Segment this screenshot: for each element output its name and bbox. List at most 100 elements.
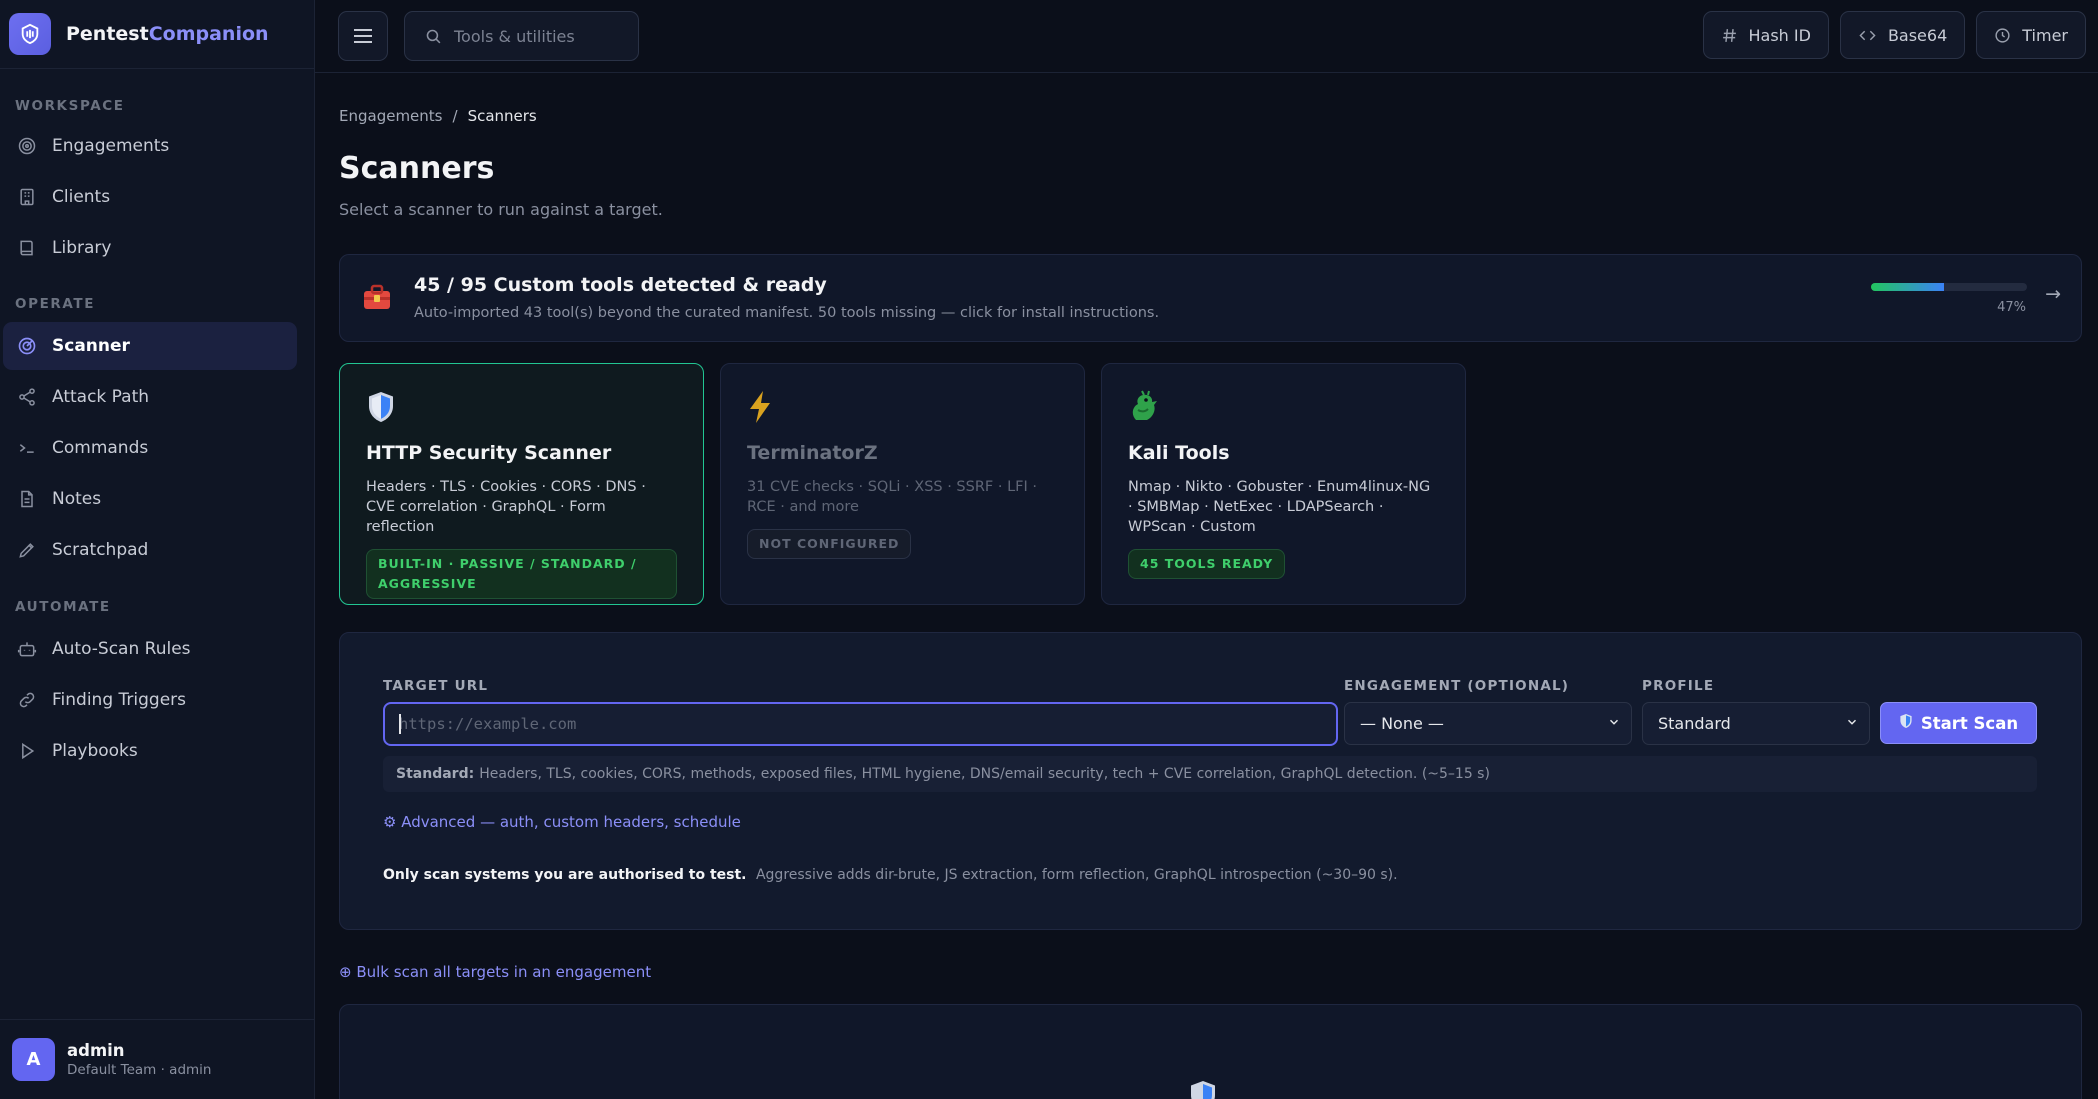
- sidebar-item-label: Scanner: [52, 336, 130, 356]
- base64-button[interactable]: Base64: [1839, 11, 1966, 59]
- lightning-icon: [747, 390, 1058, 428]
- sidebar-item-label: Engagements: [52, 136, 170, 156]
- toolbox-icon: [362, 283, 392, 318]
- terminal-icon: [16, 437, 38, 459]
- user-name: admin: [67, 1041, 125, 1060]
- profile-select[interactable]: Standard: [1642, 702, 1870, 745]
- bulk-scan-link[interactable]: ⊕ Bulk scan all targets in an engagement: [339, 963, 2098, 981]
- start-scan-button[interactable]: Start Scan: [1880, 702, 2037, 744]
- scanner-cards: HTTP Security Scanner Headers · TLS · Co…: [339, 363, 2098, 605]
- engagement-select[interactable]: — None —: [1344, 702, 1632, 745]
- scanner-description: Nmap · Nikto · Gobuster · Enum4linux-NG …: [1128, 479, 1431, 535]
- brand[interactable]: PentestCompanion: [0, 0, 314, 69]
- warning-text: Aggressive adds dir-brute, JS extraction…: [755, 867, 1398, 883]
- user-profile[interactable]: A admin Default Team · admin: [0, 1019, 314, 1099]
- shield-icon: [366, 390, 677, 428]
- sidebar-item-label: Clients: [52, 187, 111, 207]
- menu-toggle-button[interactable]: [338, 11, 388, 61]
- sidebar-item-label: Attack Path: [52, 387, 150, 407]
- section-label-automate: AUTOMATE: [15, 599, 111, 615]
- sidebar-item-label: Scratchpad: [52, 540, 149, 560]
- robot-icon: [16, 638, 38, 660]
- shield-icon: [1899, 713, 1913, 733]
- scanner-badge: BUILT-IN · PASSIVE / STANDARD / AGGRESSI…: [366, 549, 677, 599]
- book-icon: [16, 237, 38, 259]
- target-url-label: TARGET URL: [383, 678, 489, 694]
- sidebar: PentestCompanion WORKSPACE Engagements C…: [0, 0, 315, 1099]
- sidebar-item-label: Playbooks: [52, 741, 138, 761]
- authorization-warning: Only scan systems you are authorised to …: [383, 867, 1398, 883]
- tools-progress-label: 47%: [1997, 300, 2026, 315]
- sidebar-item-library[interactable]: Library: [3, 224, 297, 272]
- target-url-input[interactable]: https://example.com: [383, 702, 1338, 746]
- chevron-down-icon: [1847, 719, 1857, 725]
- scanner-title: TerminatorZ: [747, 442, 878, 464]
- dragon-icon: [1128, 390, 1439, 428]
- engagement-label: ENGAGEMENT (OPTIONAL): [1344, 678, 1570, 694]
- share-nodes-icon: [16, 386, 38, 408]
- page-title: Scanners: [339, 151, 495, 186]
- sidebar-item-commands[interactable]: Commands: [3, 424, 297, 472]
- search-icon: [426, 29, 441, 43]
- scan-form-panel: TARGET URL ENGAGEMENT (OPTIONAL) PROFILE…: [339, 632, 2082, 930]
- scanner-title: Kali Tools: [1128, 442, 1230, 464]
- target-url-placeholder: https://example.com: [399, 715, 577, 733]
- sidebar-item-finding-triggers[interactable]: Finding Triggers: [3, 676, 297, 724]
- topbar: Tools & utilities Hash ID Base64 Timer: [315, 0, 2098, 73]
- scanner-description: Headers · TLS · Cookies · CORS · DNS · C…: [366, 479, 646, 535]
- section-label-workspace: WORKSPACE: [15, 98, 125, 114]
- sidebar-item-scanner[interactable]: Scanner: [3, 322, 297, 370]
- tools-banner-title: 45 / 95 Custom tools detected & ready: [414, 274, 827, 296]
- hash-id-label: Hash ID: [1748, 25, 1811, 45]
- sidebar-item-auto-scan-rules[interactable]: Auto-Scan Rules: [3, 625, 297, 673]
- profile-hint-text: Headers, TLS, cookies, CORS, methods, ex…: [479, 766, 1490, 782]
- play-icon: [16, 740, 38, 762]
- scanner-card-kali-tools[interactable]: Kali Tools Nmap · Nikto · Gobuster · Enu…: [1101, 363, 1466, 605]
- breadcrumb-current: Scanners: [467, 107, 537, 125]
- scan-results-panel: [339, 1004, 2082, 1099]
- custom-tools-banner[interactable]: 45 / 95 Custom tools detected & ready Au…: [339, 254, 2082, 342]
- brand-name: PentestCompanion: [66, 23, 269, 45]
- profile-select-value: Standard: [1658, 714, 1731, 733]
- base64-label: Base64: [1887, 25, 1948, 45]
- breadcrumb: Engagements / Scanners: [339, 107, 2098, 125]
- sidebar-item-label: Notes: [52, 489, 102, 509]
- shield-icon: [1191, 1081, 1215, 1099]
- brand-name-part1: Pentest: [66, 23, 149, 45]
- avatar: A: [12, 1038, 55, 1081]
- scanner-card-http-security[interactable]: HTTP Security Scanner Headers · TLS · Co…: [339, 363, 704, 605]
- advanced-options-link[interactable]: ⚙ Advanced — auth, custom headers, sched…: [383, 813, 741, 831]
- brand-logo-icon: [9, 13, 51, 55]
- search-input[interactable]: Tools & utilities: [404, 11, 639, 61]
- clock-icon: [1994, 27, 2011, 44]
- search-placeholder: Tools & utilities: [454, 26, 575, 46]
- sidebar-item-engagements[interactable]: Engagements: [3, 122, 297, 170]
- main-area: Tools & utilities Hash ID Base64 Timer E…: [315, 0, 2098, 1099]
- scanner-card-terminatorz[interactable]: TerminatorZ 31 CVE checks · SQLi · XSS ·…: [720, 363, 1085, 605]
- sidebar-item-scratchpad[interactable]: Scratchpad: [3, 526, 297, 574]
- profile-description: Standard: Headers, TLS, cookies, CORS, m…: [383, 756, 2037, 792]
- engagement-select-value: — None —: [1360, 714, 1444, 733]
- sidebar-item-playbooks[interactable]: Playbooks: [3, 727, 297, 775]
- file-text-icon: [16, 488, 38, 510]
- tools-banner-description: Auto-imported 43 tool(s) beyond the cura…: [414, 305, 1160, 321]
- profile-hint-name: Standard:: [396, 766, 475, 782]
- scanner-badge: 45 TOOLS READY: [1128, 549, 1286, 579]
- breadcrumb-engagements-link[interactable]: Engagements: [339, 107, 443, 125]
- target-icon: [16, 135, 38, 157]
- radar-icon: [16, 335, 38, 357]
- sidebar-item-label: Commands: [52, 438, 149, 458]
- sidebar-item-clients[interactable]: Clients: [3, 173, 297, 221]
- sidebar-item-attack-path[interactable]: Attack Path: [3, 373, 297, 421]
- warning-bold: Only scan systems you are authorised to …: [383, 867, 747, 883]
- arrow-right-icon: →: [2045, 283, 2061, 305]
- app-root: PentestCompanion WORKSPACE Engagements C…: [0, 0, 2098, 1099]
- hash-icon: [1721, 27, 1738, 44]
- timer-label: Timer: [2022, 25, 2068, 45]
- brand-name-part2: Companion: [148, 23, 269, 45]
- timer-button[interactable]: Timer: [1976, 11, 2086, 59]
- hash-id-button[interactable]: Hash ID: [1702, 11, 1829, 59]
- section-label-operate: OPERATE: [15, 296, 96, 312]
- tools-progress-fill: [1871, 283, 1945, 291]
- sidebar-item-notes[interactable]: Notes: [3, 475, 297, 523]
